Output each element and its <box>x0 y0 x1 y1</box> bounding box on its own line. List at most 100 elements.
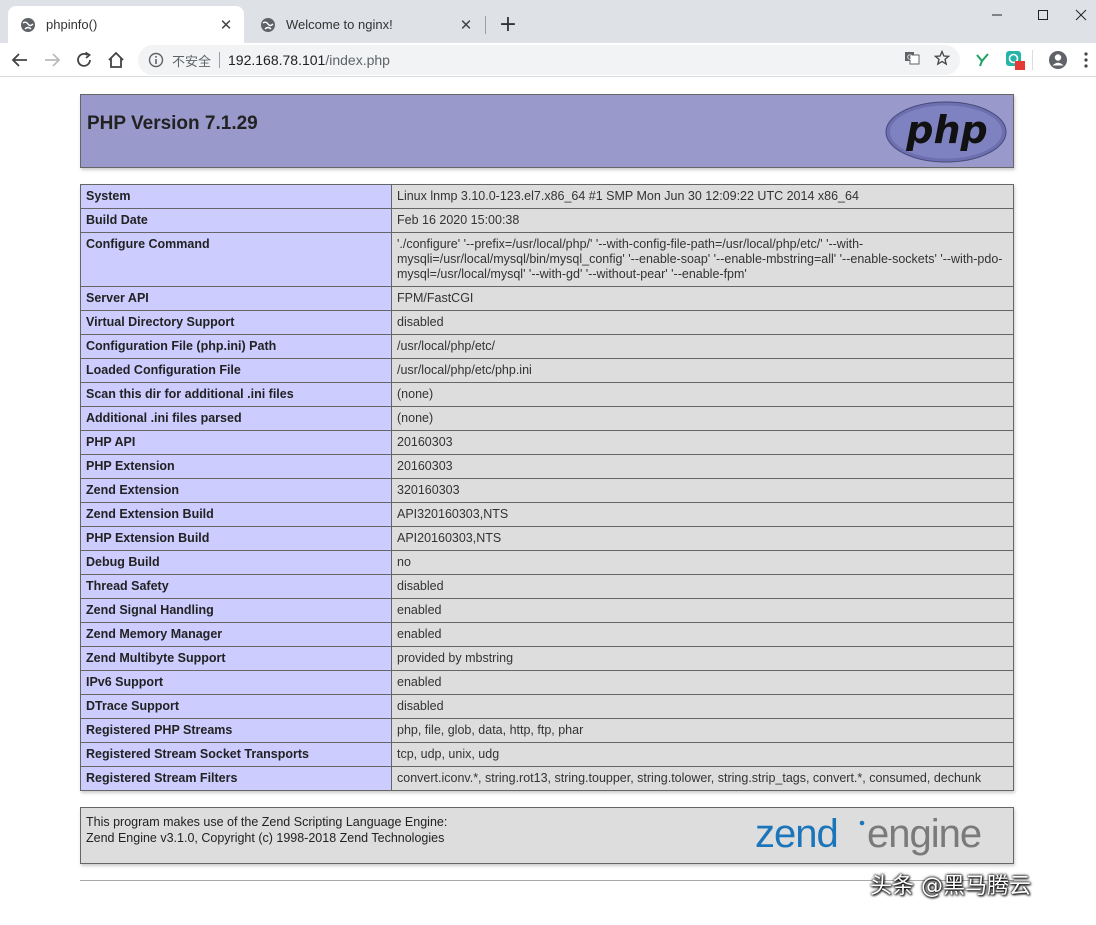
table-row: Zend Extension 320160303 <box>80 478 1014 503</box>
info-icon[interactable] <box>148 52 164 68</box>
tab-divider <box>485 16 486 34</box>
zend-engine-box: This program makes use of the Zend Scrip… <box>80 807 1014 864</box>
row-value: /usr/local/php/etc/ <box>391 334 1014 359</box>
address-bar[interactable]: 不安全 192.168.78.101/index.php G <box>138 45 960 75</box>
home-icon[interactable] <box>102 46 130 74</box>
php-version-header: PHP Version 7.1.29 php <box>80 94 1014 168</box>
row-label: PHP API <box>80 430 392 455</box>
tab-title: phpinfo() <box>46 17 98 32</box>
url-host: 192.168.78.101 <box>228 52 326 68</box>
table-row: Zend Multibyte Support provided by mbstri… <box>80 646 1014 671</box>
security-label[interactable]: 不安全 <box>172 51 211 70</box>
table-row: Virtual Directory Support disabled <box>80 310 1014 335</box>
row-value: 20160303 <box>391 454 1014 479</box>
row-label: System <box>80 184 392 209</box>
row-label: Server API <box>80 286 392 311</box>
close-icon[interactable]: ✕ <box>216 15 236 35</box>
tab-nginx[interactable]: Welcome to nginx! ✕ <box>248 6 484 43</box>
row-value: no <box>391 550 1014 575</box>
row-value: (none) <box>391 406 1014 431</box>
omnibox-divider <box>219 52 221 68</box>
tab-strip: phpinfo() ✕ Welcome to nginx! ✕ + <box>0 0 1096 43</box>
more-vert-icon[interactable] <box>1078 49 1094 71</box>
table-row: Build Date Feb 16 2020 15:00:38 <box>80 208 1014 233</box>
table-row: Server API FPM/FastCGI <box>80 286 1014 311</box>
globe-icon <box>260 17 276 33</box>
row-value: 20160303 <box>391 430 1014 455</box>
row-label: Registered Stream Filters <box>80 766 392 791</box>
row-label: Build Date <box>80 208 392 233</box>
row-value: Linux lnmp 3.10.0-123.el7.x86_64 #1 SMP … <box>391 184 1014 209</box>
row-label: Thread Safety <box>80 574 392 599</box>
table-row: Loaded Configuration File/usr/local/php/… <box>80 358 1014 383</box>
tab-title: Welcome to nginx! <box>286 17 393 32</box>
table-row: System Linux lnmp 3.10.0-123.el7.x86_64 #… <box>80 184 1014 209</box>
row-label: Zend Multibyte Support <box>80 646 392 671</box>
reload-icon[interactable] <box>70 46 98 74</box>
minimize-icon[interactable] <box>974 0 1020 30</box>
table-row: PHP Extension Build API20160303,NTS <box>80 526 1014 551</box>
toolbar-divider <box>1032 50 1033 70</box>
row-label: Additional .ini files parsed <box>80 406 392 431</box>
row-label: Registered PHP Streams <box>80 718 392 743</box>
table-row: Configuration File (php.ini) Path/usr/lo… <box>80 334 1014 359</box>
window-close-icon[interactable] <box>1066 0 1096 30</box>
row-value: enabled <box>391 670 1014 695</box>
row-value: API320160303,NTS <box>391 502 1014 527</box>
maximize-icon[interactable] <box>1020 0 1066 30</box>
row-value: php, file, glob, data, http, ftp, phar <box>391 718 1014 743</box>
php-logo[interactable]: php <box>885 101 1007 167</box>
url-text[interactable]: 192.168.78.101/index.php <box>228 52 390 68</box>
row-value: convert.iconv.*, string.rot13, string.to… <box>391 766 1014 791</box>
row-label: DTrace Support <box>80 694 392 719</box>
row-label: Debug Build <box>80 550 392 575</box>
row-value: disabled <box>391 310 1014 335</box>
tab-phpinfo[interactable]: phpinfo() ✕ <box>8 6 244 43</box>
row-value: disabled <box>391 694 1014 719</box>
table-row: Scan this dir for additional .ini files(… <box>80 382 1014 407</box>
zend-logo[interactable]: zend engine <box>755 811 1009 860</box>
avatar[interactable] <box>1047 49 1069 71</box>
row-value: tcp, udp, unix, udg <box>391 742 1014 767</box>
new-tab-button[interactable]: + <box>496 12 520 37</box>
svg-text:G: G <box>907 54 912 62</box>
row-value: enabled <box>391 622 1014 647</box>
table-row: Configure Command './configure' '--prefix… <box>80 232 1014 287</box>
row-value: /usr/local/php/etc/php.ini <box>391 358 1014 383</box>
row-value: 320160303 <box>391 478 1014 503</box>
table-row: DTrace Support disabled <box>80 694 1014 719</box>
row-value: enabled <box>391 598 1014 623</box>
row-label: Virtual Directory Support <box>80 310 392 335</box>
table-row: Zend Extension Build API320160303,NTS <box>80 502 1014 527</box>
row-value: (none) <box>391 382 1014 407</box>
watermark: 头条 @黑马腾云 <box>870 874 1031 899</box>
zend-line-2: Zend Engine v3.1.0, Copyright (c) 1998-2… <box>86 831 445 845</box>
table-row: IPv6 Support enabled <box>80 670 1014 695</box>
translate-icon[interactable]: G <box>904 50 920 70</box>
back-arrow-icon[interactable] <box>6 46 34 74</box>
star-icon[interactable] <box>933 49 951 70</box>
row-label: Zend Extension Build <box>80 502 392 527</box>
row-label: IPv6 Support <box>80 670 392 695</box>
table-row: Thread Safety disabled <box>80 574 1014 599</box>
browser-toolbar: 不安全 192.168.78.101/index.php G <box>0 43 1096 77</box>
row-value: FPM/FastCGI <box>391 286 1014 311</box>
zend-text: This program makes use of the Zend Scrip… <box>86 814 447 846</box>
table-row: Registered PHP Streams php, file, glob, d… <box>80 718 1014 743</box>
table-row: Zend Memory Manager enabled <box>80 622 1014 647</box>
row-label: PHP Extension Build <box>80 526 392 551</box>
zend-logo-text: zend <box>755 812 838 856</box>
forward-arrow-icon[interactable] <box>38 46 66 74</box>
row-value: API20160303,NTS <box>391 526 1014 551</box>
extension-badge-icon[interactable] <box>1004 49 1026 71</box>
table-row: Debug Build no <box>80 550 1014 575</box>
extension-icon[interactable] <box>972 49 994 71</box>
close-icon[interactable]: ✕ <box>456 15 476 35</box>
row-label: Zend Signal Handling <box>80 598 392 623</box>
zend-line-1: This program makes use of the Zend Scrip… <box>86 815 448 829</box>
row-label: Registered Stream Socket Transports <box>80 742 392 767</box>
php-logo-text: php <box>905 108 987 152</box>
table-row: Registered Stream Filters convert.iconv.*… <box>80 766 1014 791</box>
row-value: './configure' '--prefix=/usr/local/php/'… <box>391 232 1014 287</box>
table-row: PHP Extension 20160303 <box>80 454 1014 479</box>
